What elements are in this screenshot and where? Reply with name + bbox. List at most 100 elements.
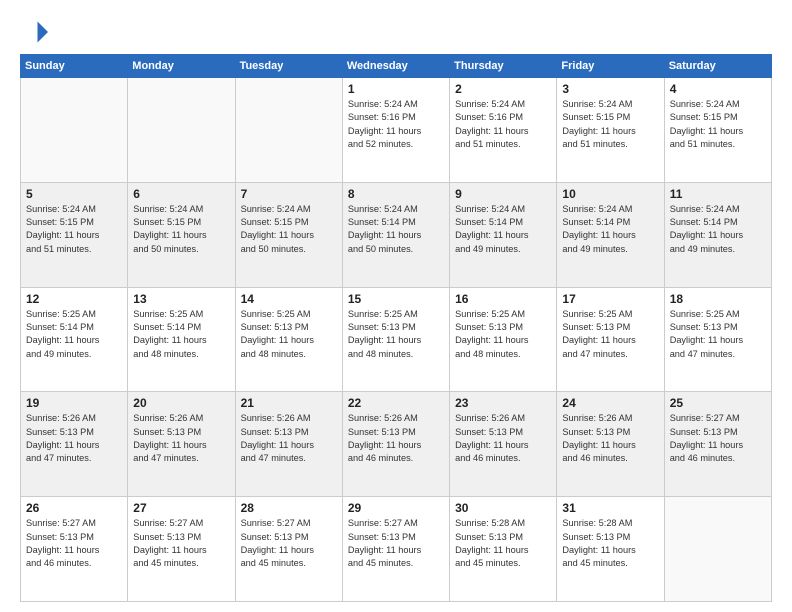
- day-info: Sunrise: 5:25 AM Sunset: 5:13 PM Dayligh…: [670, 308, 766, 361]
- day-info: Sunrise: 5:24 AM Sunset: 5:14 PM Dayligh…: [348, 203, 444, 256]
- calendar-cell: 1 Sunrise: 5:24 AM Sunset: 5:16 PM Daylig…: [342, 78, 449, 183]
- day-info: Sunrise: 5:27 AM Sunset: 5:13 PM Dayligh…: [348, 517, 444, 570]
- calendar-cell: 15Sunrise: 5:25 AM Sunset: 5:13 PM Dayli…: [342, 287, 449, 392]
- calendar-cell: 23 Sunrise: 5:26 AM Sunset: 5:13 PM Dayli…: [450, 392, 557, 497]
- day-number: 23: [455, 396, 551, 410]
- day-info: Sunrise: 5:25 AM Sunset: 5:13 PM Dayligh…: [562, 308, 658, 361]
- calendar-cell: 6 Sunrise: 5:24 AM Sunset: 5:15 PM Daylig…: [128, 182, 235, 287]
- day-info: Sunrise: 5:24 AM Sunset: 5:15 PM Dayligh…: [26, 203, 122, 256]
- day-info: Sunrise: 5:25 AM Sunset: 5:13 PM Dayligh…: [241, 308, 337, 361]
- calendar-cell: 5 Sunrise: 5:24 AM Sunset: 5:15 PM Daylig…: [21, 182, 128, 287]
- day-info: Sunrise: 5:26 AM Sunset: 5:13 PM Dayligh…: [455, 412, 551, 465]
- day-info: Sunrise: 5:24 AM Sunset: 5:15 PM Dayligh…: [562, 98, 658, 151]
- calendar-header-saturday: Saturday: [664, 55, 771, 78]
- calendar-cell: 17 Sunrise: 5:25 AM Sunset: 5:13 PM Dayli…: [557, 287, 664, 392]
- day-number: 8: [348, 187, 444, 201]
- calendar-cell: 10 Sunrise: 5:24 AM Sunset: 5:14 PM Dayli…: [557, 182, 664, 287]
- day-info: Sunrise: 5:26 AM Sunset: 5:13 PM Dayligh…: [26, 412, 122, 465]
- page: SundayMondayTuesdayWednesdayThursdayFrid…: [0, 0, 792, 612]
- day-info: Sunrise: 5:25 AM Sunset: 5:14 PM Dayligh…: [26, 308, 122, 361]
- day-info: Sunrise: 5:25 AM Sunset: 5:13 PM Dayligh…: [455, 308, 551, 361]
- calendar-cell: 16 Sunrise: 5:25 AM Sunset: 5:13 PM Dayli…: [450, 287, 557, 392]
- day-number: 18: [670, 292, 766, 306]
- day-number: 31: [562, 501, 658, 515]
- day-number: 26: [26, 501, 122, 515]
- day-info: Sunrise: 5:24 AM Sunset: 5:15 PM Dayligh…: [670, 98, 766, 151]
- day-info: Sunrise: 5:24 AM Sunset: 5:16 PM Dayligh…: [348, 98, 444, 151]
- calendar-cell: 4 Sunrise: 5:24 AM Sunset: 5:15 PM Daylig…: [664, 78, 771, 183]
- calendar-cell: 9Sunrise: 5:24 AM Sunset: 5:14 PM Daylig…: [450, 182, 557, 287]
- calendar-cell: 21 Sunrise: 5:26 AM Sunset: 5:13 PM Dayli…: [235, 392, 342, 497]
- day-number: 7: [241, 187, 337, 201]
- day-number: 11: [670, 187, 766, 201]
- calendar-cell: 22Sunrise: 5:26 AM Sunset: 5:13 PM Dayli…: [342, 392, 449, 497]
- day-number: 3: [562, 82, 658, 96]
- day-number: 6: [133, 187, 229, 201]
- calendar-table: SundayMondayTuesdayWednesdayThursdayFrid…: [20, 54, 772, 602]
- calendar-cell: 2Sunrise: 5:24 AM Sunset: 5:16 PM Daylig…: [450, 78, 557, 183]
- calendar-cell: 11 Sunrise: 5:24 AM Sunset: 5:14 PM Dayli…: [664, 182, 771, 287]
- calendar-cell: 8 Sunrise: 5:24 AM Sunset: 5:14 PM Daylig…: [342, 182, 449, 287]
- day-info: Sunrise: 5:26 AM Sunset: 5:13 PM Dayligh…: [562, 412, 658, 465]
- calendar-cell: 20 Sunrise: 5:26 AM Sunset: 5:13 PM Dayli…: [128, 392, 235, 497]
- day-info: Sunrise: 5:25 AM Sunset: 5:14 PM Dayligh…: [133, 308, 229, 361]
- calendar-cell: 19 Sunrise: 5:26 AM Sunset: 5:13 PM Dayli…: [21, 392, 128, 497]
- calendar-cell: 26 Sunrise: 5:27 AM Sunset: 5:13 PM Dayli…: [21, 497, 128, 602]
- day-info: Sunrise: 5:26 AM Sunset: 5:13 PM Dayligh…: [241, 412, 337, 465]
- calendar-cell: 14 Sunrise: 5:25 AM Sunset: 5:13 PM Dayli…: [235, 287, 342, 392]
- header: [20, 18, 772, 46]
- day-number: 5: [26, 187, 122, 201]
- day-number: 25: [670, 396, 766, 410]
- calendar-header-row: SundayMondayTuesdayWednesdayThursdayFrid…: [21, 55, 772, 78]
- day-number: 17: [562, 292, 658, 306]
- logo: [20, 18, 52, 46]
- calendar-header-thursday: Thursday: [450, 55, 557, 78]
- day-number: 15: [348, 292, 444, 306]
- calendar-cell: 7 Sunrise: 5:24 AM Sunset: 5:15 PM Daylig…: [235, 182, 342, 287]
- calendar-cell: 12 Sunrise: 5:25 AM Sunset: 5:14 PM Dayli…: [21, 287, 128, 392]
- calendar-week-4: 26 Sunrise: 5:27 AM Sunset: 5:13 PM Dayli…: [21, 497, 772, 602]
- calendar-cell: [128, 78, 235, 183]
- calendar-cell: 29Sunrise: 5:27 AM Sunset: 5:13 PM Dayli…: [342, 497, 449, 602]
- calendar-week-2: 12 Sunrise: 5:25 AM Sunset: 5:14 PM Dayli…: [21, 287, 772, 392]
- day-number: 24: [562, 396, 658, 410]
- day-info: Sunrise: 5:24 AM Sunset: 5:14 PM Dayligh…: [562, 203, 658, 256]
- day-number: 21: [241, 396, 337, 410]
- day-number: 20: [133, 396, 229, 410]
- calendar-header-friday: Friday: [557, 55, 664, 78]
- calendar-cell: 27 Sunrise: 5:27 AM Sunset: 5:13 PM Dayli…: [128, 497, 235, 602]
- calendar-header-sunday: Sunday: [21, 55, 128, 78]
- day-info: Sunrise: 5:24 AM Sunset: 5:14 PM Dayligh…: [670, 203, 766, 256]
- day-number: 4: [670, 82, 766, 96]
- day-info: Sunrise: 5:24 AM Sunset: 5:15 PM Dayligh…: [133, 203, 229, 256]
- day-number: 1: [348, 82, 444, 96]
- day-info: Sunrise: 5:27 AM Sunset: 5:13 PM Dayligh…: [26, 517, 122, 570]
- day-info: Sunrise: 5:28 AM Sunset: 5:13 PM Dayligh…: [562, 517, 658, 570]
- day-number: 22: [348, 396, 444, 410]
- day-number: 19: [26, 396, 122, 410]
- calendar-week-0: 1 Sunrise: 5:24 AM Sunset: 5:16 PM Daylig…: [21, 78, 772, 183]
- calendar-header-tuesday: Tuesday: [235, 55, 342, 78]
- calendar-header-monday: Monday: [128, 55, 235, 78]
- logo-icon: [20, 18, 48, 46]
- calendar-cell: [235, 78, 342, 183]
- day-info: Sunrise: 5:26 AM Sunset: 5:13 PM Dayligh…: [133, 412, 229, 465]
- calendar-cell: 28 Sunrise: 5:27 AM Sunset: 5:13 PM Dayli…: [235, 497, 342, 602]
- calendar-cell: 3 Sunrise: 5:24 AM Sunset: 5:15 PM Daylig…: [557, 78, 664, 183]
- calendar-cell: 13 Sunrise: 5:25 AM Sunset: 5:14 PM Dayli…: [128, 287, 235, 392]
- calendar-cell: 30Sunrise: 5:28 AM Sunset: 5:13 PM Dayli…: [450, 497, 557, 602]
- day-info: Sunrise: 5:27 AM Sunset: 5:13 PM Dayligh…: [670, 412, 766, 465]
- calendar-cell: 18 Sunrise: 5:25 AM Sunset: 5:13 PM Dayli…: [664, 287, 771, 392]
- day-number: 14: [241, 292, 337, 306]
- calendar-week-1: 5 Sunrise: 5:24 AM Sunset: 5:15 PM Daylig…: [21, 182, 772, 287]
- day-number: 27: [133, 501, 229, 515]
- day-number: 12: [26, 292, 122, 306]
- day-number: 10: [562, 187, 658, 201]
- day-number: 16: [455, 292, 551, 306]
- day-info: Sunrise: 5:24 AM Sunset: 5:15 PM Dayligh…: [241, 203, 337, 256]
- day-number: 9: [455, 187, 551, 201]
- day-number: 13: [133, 292, 229, 306]
- day-number: 28: [241, 501, 337, 515]
- day-info: Sunrise: 5:27 AM Sunset: 5:13 PM Dayligh…: [241, 517, 337, 570]
- day-info: Sunrise: 5:27 AM Sunset: 5:13 PM Dayligh…: [133, 517, 229, 570]
